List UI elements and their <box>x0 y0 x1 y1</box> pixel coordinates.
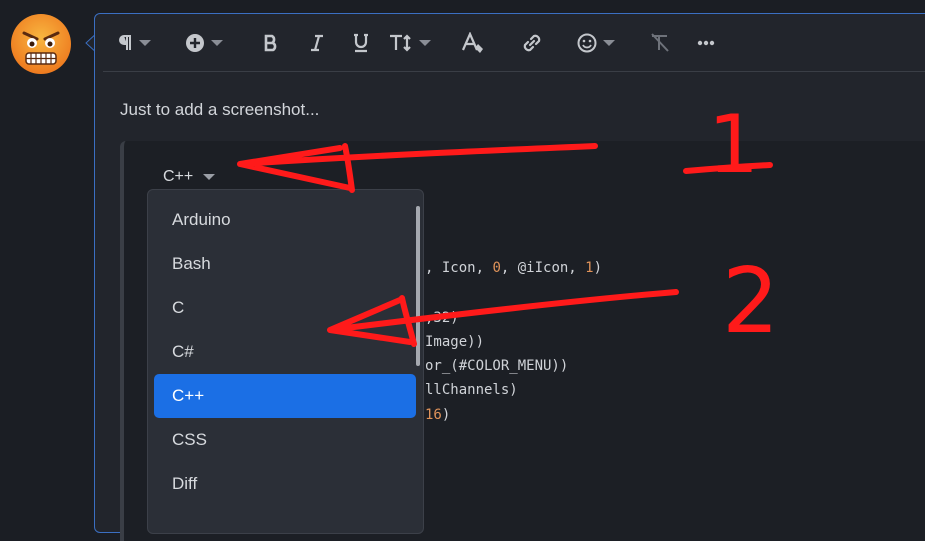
clear-format-icon <box>651 33 669 52</box>
underline-icon <box>354 33 368 53</box>
toolbar-divider <box>103 71 925 72</box>
chevron-down-icon <box>211 40 223 46</box>
paragraph-icon <box>119 35 131 50</box>
code-line: 16) <box>425 407 451 423</box>
language-dropdown[interactable]: Arduino Bash C C# C++ CSS Diff <box>147 189 424 534</box>
code-line: , Icon, 0, @iIcon, 1) <box>425 260 603 276</box>
chevron-down-icon <box>603 40 615 46</box>
insert-button[interactable] <box>185 30 223 56</box>
text-color-button[interactable] <box>461 30 487 56</box>
code-line: Image)) <box>425 334 485 350</box>
bold-icon <box>264 34 277 52</box>
link-icon <box>523 34 541 52</box>
angry-face-icon <box>11 14 71 74</box>
more-button[interactable] <box>697 30 715 56</box>
text-size-button[interactable] <box>389 30 431 56</box>
code-line: llChannels) <box>425 382 518 398</box>
smile-icon <box>577 33 597 53</box>
language-select-value: C++ <box>163 168 194 185</box>
code-line: ,32) <box>425 310 459 326</box>
code-line: or_(#COLOR_MENU)) <box>425 358 569 374</box>
user-avatar[interactable] <box>10 13 72 75</box>
dropdown-option-diff[interactable]: Diff <box>154 462 416 506</box>
paragraph-format-button[interactable] <box>117 30 151 56</box>
text-color-icon <box>461 32 483 53</box>
chevron-down-icon <box>139 40 151 46</box>
dropdown-option-c[interactable]: C <box>154 286 416 330</box>
emoji-button[interactable] <box>577 30 615 56</box>
clear-format-button[interactable] <box>649 30 671 56</box>
dropdown-option-arduino[interactable]: Arduino <box>154 198 416 242</box>
underline-button[interactable] <box>352 30 370 56</box>
dropdown-option-css[interactable]: CSS <box>154 418 416 462</box>
chevron-down-icon <box>203 174 216 180</box>
dropdown-option-csharp[interactable]: C# <box>154 330 416 374</box>
more-icon <box>697 40 715 46</box>
plus-circle-icon <box>186 34 204 52</box>
editor-toolbar <box>103 14 925 72</box>
dropdown-scrollbar[interactable] <box>416 206 420 366</box>
link-button[interactable] <box>521 30 543 56</box>
bold-button[interactable] <box>263 30 279 56</box>
text-size-icon <box>390 34 411 52</box>
chevron-down-icon <box>419 40 431 46</box>
italic-icon <box>311 34 323 52</box>
dropdown-option-bash[interactable]: Bash <box>154 242 416 286</box>
italic-button[interactable] <box>309 30 325 56</box>
intro-text: Just to add a screenshot... <box>120 100 320 119</box>
dropdown-option-cpp[interactable]: C++ <box>154 374 416 418</box>
language-select[interactable]: C++ <box>163 168 216 186</box>
